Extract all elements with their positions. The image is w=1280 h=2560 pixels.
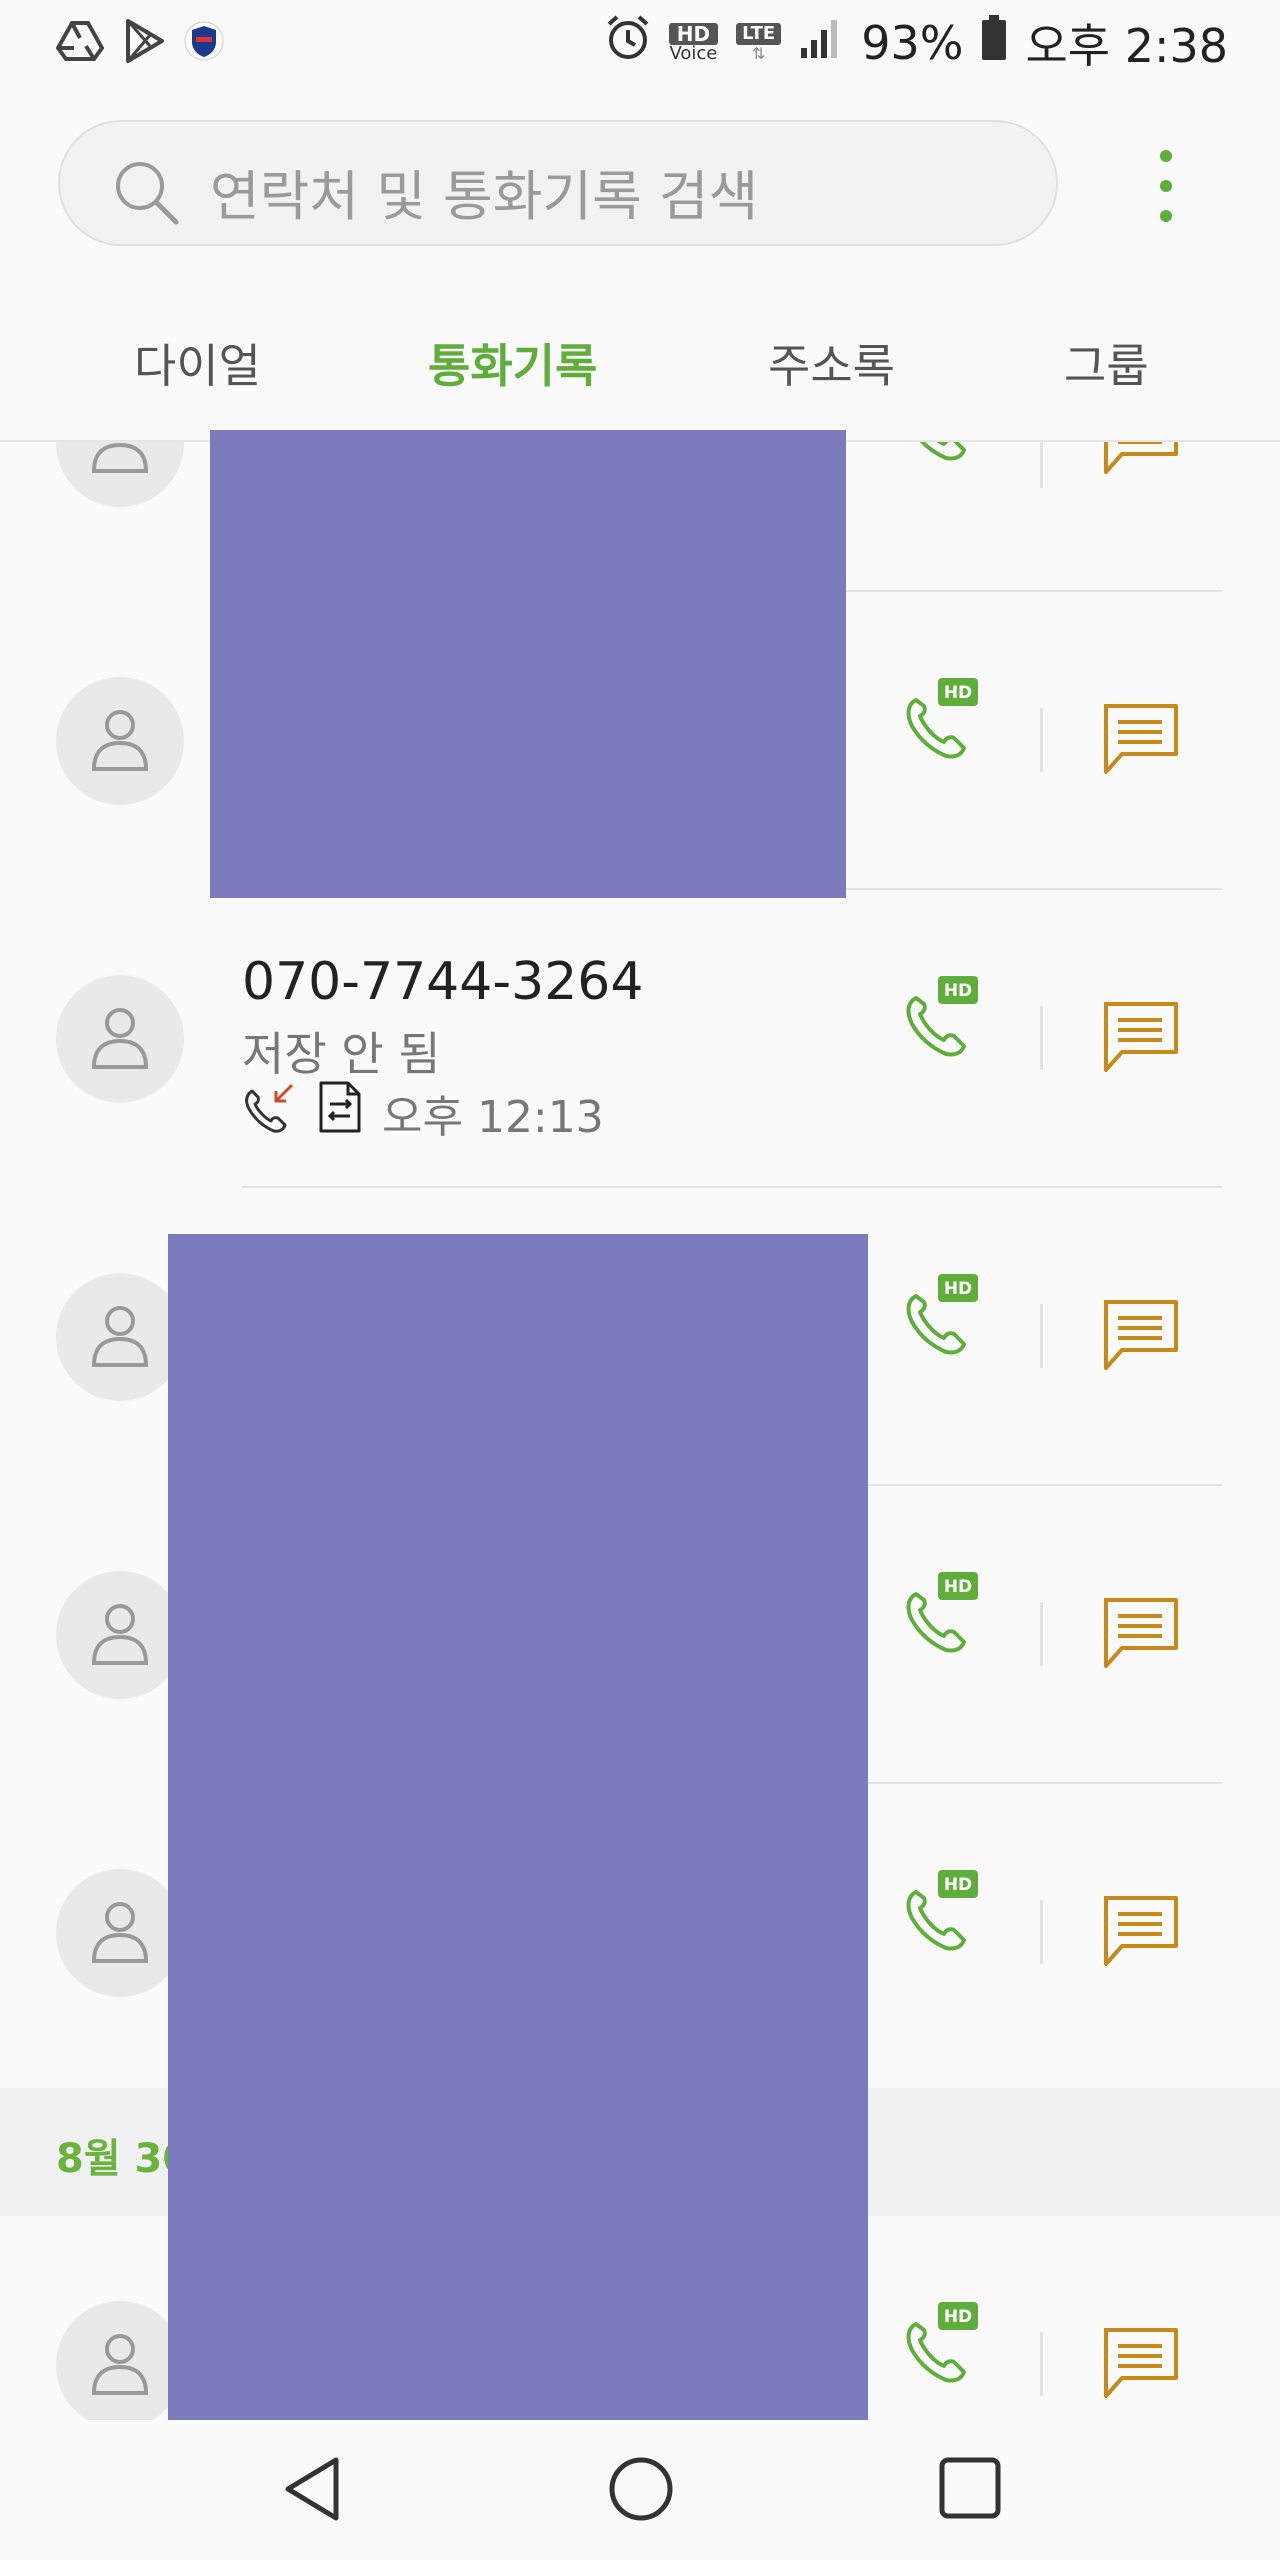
tab-groups[interactable]: 그룹 [1064,330,1149,396]
hd-call-button[interactable]: HD [902,674,980,764]
hd-call-button[interactable]: HD [902,972,980,1062]
message-button[interactable] [1100,1596,1180,1674]
divider [1040,442,1043,488]
drive-icon [55,20,105,66]
navigation-bar [0,2420,1280,2560]
hd-call-button[interactable]: HD [902,1568,980,1658]
hd-badge-text: HD [944,1279,972,1299]
redaction-block [168,1234,868,2422]
call-time: 오후 12:13 [382,1091,604,1143]
message-button[interactable] [1100,442,1180,480]
signal-icon [799,16,843,71]
battery-percent: 93% [861,16,964,70]
hd-badge-text: HD [944,981,972,1001]
caller-number: 070-7744-3264 [242,952,644,1012]
avatar [56,975,184,1103]
avatar [56,1869,184,1997]
more-options-icon[interactable] [1158,150,1176,222]
divider [1040,2332,1043,2396]
avatar [56,442,184,507]
hd-call-button[interactable]: HD [902,1270,980,1360]
shield-app-icon [184,20,224,66]
avatar [56,2301,184,2420]
search-placeholder: 연락처 및 통화기록 검색 [210,165,759,228]
divider [1040,1602,1043,1666]
hd-badge-text: HD [944,2307,972,2327]
tab-bar: 다이얼 통화기록 주소록 그룹 [0,300,1280,440]
recents-icon[interactable] [938,2456,1002,2524]
hd-badge-text: HD [944,683,972,703]
redaction-block [210,430,846,898]
call-recording-icon [318,1080,362,1145]
message-button[interactable] [1100,1298,1180,1376]
message-button[interactable] [1100,702,1180,780]
hd-call-button[interactable]: HD [902,2298,980,2388]
hd-call-button[interactable]: HD [902,442,980,466]
avatar [56,677,184,805]
message-button[interactable] [1100,1894,1180,1972]
tab-call-log[interactable]: 통화기록 [428,330,597,396]
search-icon [112,158,180,230]
battery-icon [981,14,1007,72]
hd-call-button[interactable]: HD [902,1866,980,1956]
avatar [56,1571,184,1699]
incoming-call-icon [242,1081,298,1144]
alarm-icon [605,14,651,73]
call-meta: 오후 12:13 [242,1080,604,1145]
home-icon[interactable] [608,2456,674,2526]
clock: 오후 2:38 [1025,19,1228,73]
divider [1040,708,1043,772]
tab-contacts[interactable]: 주소록 [768,330,895,396]
message-button[interactable] [1100,1000,1180,1078]
caller-status: 저장 안 됨 [242,1027,441,1081]
play-store-icon [122,18,166,68]
lte-icon: LTE ⇅ [736,23,782,63]
hd-badge-text: HD [944,1875,972,1895]
search-bar[interactable]: 연락처 및 통화기록 검색 [58,120,1058,246]
divider [1040,1900,1043,1964]
tab-dialer[interactable]: 다이얼 [134,330,261,396]
back-icon[interactable] [282,2456,344,2526]
message-button[interactable] [1100,2326,1180,2404]
hd-badge-text: HD [944,1577,972,1597]
divider [1040,1304,1043,1368]
status-bar: HD Voice LTE ⇅ 93% 오후 2:38 [0,0,1280,90]
divider [1040,1006,1043,1070]
list-item[interactable]: 070-7744-3264 저장 안 됨 오후 12:13 HD [0,890,1280,1188]
hd-voice-icon: HD Voice [668,22,719,64]
avatar [56,1273,184,1401]
